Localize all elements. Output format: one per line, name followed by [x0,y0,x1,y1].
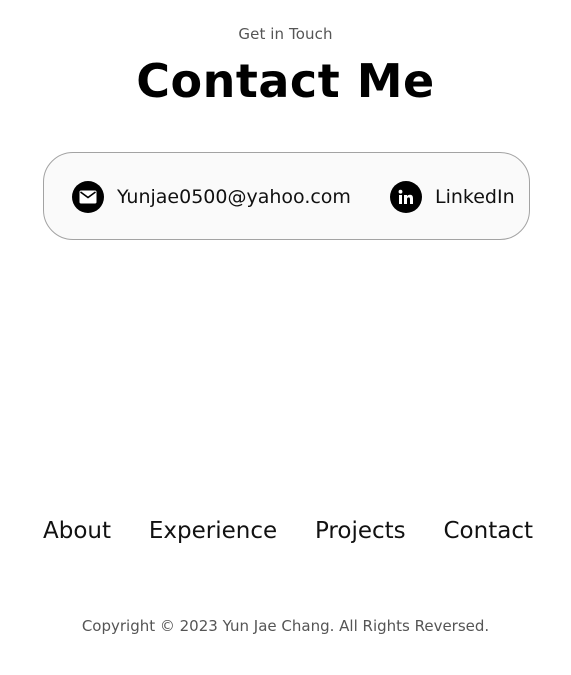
copyright-text: Copyright © 2023 Yun Jae Chang. All Righ… [81,617,490,635]
linkedin-label: LinkedIn [435,186,515,208]
email-icon [72,181,104,213]
linkedin-icon [390,181,422,213]
contact-info-container: Yunjae0500@yahoo.com LinkedIn [43,152,530,240]
nav-link-contact[interactable]: Contact [444,518,533,544]
linkedin-contact-link[interactable]: LinkedIn [390,153,515,241]
page-title: Contact Me [136,54,435,108]
email-contact-link[interactable]: Yunjae0500@yahoo.com [72,153,351,241]
nav-link-experience[interactable]: Experience [149,518,277,544]
email-label: Yunjae0500@yahoo.com [117,186,351,208]
footer-nav: About Experience Projects Contact [43,518,533,544]
nav-link-projects[interactable]: Projects [315,518,406,544]
nav-link-about[interactable]: About [43,518,111,544]
section-subtitle: Get in Touch [238,25,333,43]
